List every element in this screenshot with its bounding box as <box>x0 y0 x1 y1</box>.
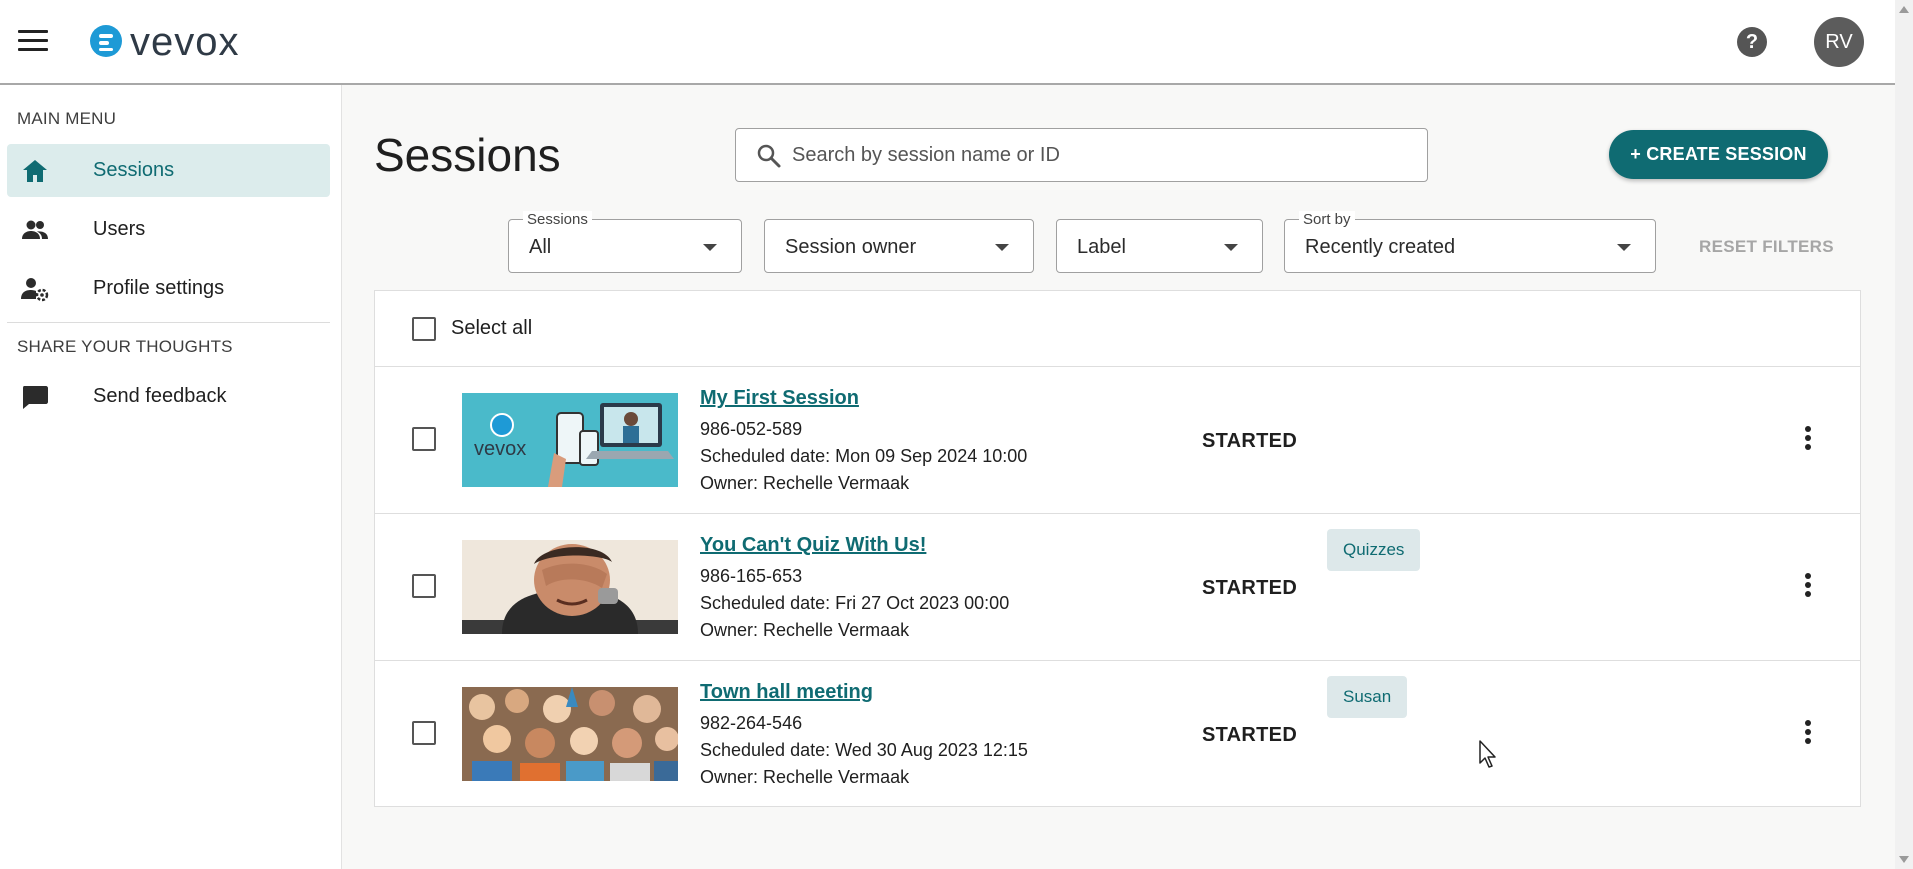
page-scrollbar[interactable] <box>1895 0 1913 869</box>
label-filter-select[interactable]: Label <box>1056 219 1263 273</box>
scroll-up-icon[interactable] <box>1899 6 1909 13</box>
session-label-chip[interactable]: Susan <box>1327 676 1408 718</box>
session-row: Town hall meeting 982-264-546 Scheduled … <box>375 661 1860 808</box>
session-owner-value: Session owner <box>785 236 917 258</box>
select-all-checkbox[interactable] <box>412 317 436 341</box>
chevron-down-icon <box>703 244 717 251</box>
main-menu-title: MAIN MENU <box>17 109 117 128</box>
session-id: 982-264-546 <box>700 713 803 733</box>
create-session-button[interactable]: + CREATE SESSION <box>1609 130 1828 179</box>
more-options-icon[interactable] <box>1798 570 1818 602</box>
sort-by-value: Recently created <box>1305 236 1456 258</box>
session-checkbox[interactable] <box>412 427 436 451</box>
svg-text:vevox: vevox <box>474 438 526 460</box>
logo-wordmark: vevox <box>130 20 240 64</box>
session-checkbox[interactable] <box>412 721 436 745</box>
user-avatar[interactable]: RV <box>1814 17 1864 67</box>
vevox-logo[interactable]: vevox <box>88 20 240 64</box>
scroll-down-icon[interactable] <box>1899 856 1909 863</box>
sort-by-select[interactable]: Sort by Recently created <box>1284 211 1656 273</box>
session-scheduled-date: Scheduled date: Fri 27 Oct 2023 00:00 <box>700 593 1010 613</box>
select-all-label: Select all <box>451 317 533 339</box>
chevron-down-icon <box>1617 244 1631 251</box>
sidebar-item-label: Users <box>93 218 146 240</box>
session-status: STARTED <box>1202 577 1298 599</box>
more-options-icon[interactable] <box>1798 717 1818 749</box>
session-title-link[interactable]: My First Session <box>700 387 859 410</box>
sidebar-item-label: Sessions <box>93 159 175 181</box>
hamburger-menu-icon[interactable] <box>18 30 48 54</box>
session-thumbnail[interactable] <box>462 687 678 781</box>
sidebar-divider <box>7 322 330 323</box>
search-box[interactable] <box>735 128 1428 182</box>
vevox-logo-icon <box>90 25 122 57</box>
session-scheduled-date: Scheduled date: Wed 30 Aug 2023 12:15 <box>700 740 1028 760</box>
label-filter-value: Label <box>1077 236 1126 258</box>
sessions-filter-select[interactable]: Sessions All <box>508 211 742 273</box>
session-label-chip[interactable]: Quizzes <box>1327 529 1421 571</box>
profile-settings-icon <box>21 278 49 302</box>
session-list: Select all vevox My First Session 986-05… <box>374 290 1861 807</box>
users-icon <box>22 220 48 239</box>
feedback-icon <box>23 386 48 409</box>
select-all-row: Select all <box>375 291 1860 367</box>
share-thoughts-title: SHARE YOUR THOUGHTS <box>17 337 233 356</box>
session-thumbnail[interactable] <box>462 540 678 634</box>
sidebar-item-label: Send feedback <box>93 385 227 407</box>
session-owner: Owner: Rechelle Vermaak <box>700 473 910 493</box>
session-row: You Can't Quiz With Us! 986-165-653 Sche… <box>375 514 1860 661</box>
session-owner-select[interactable]: Session owner <box>764 219 1034 273</box>
sidebar-item-send-feedback[interactable]: Send feedback <box>7 370 330 423</box>
chevron-down-icon <box>1224 244 1238 251</box>
more-options-icon[interactable] <box>1798 423 1818 455</box>
sidebar-item-label: Profile settings <box>93 277 225 299</box>
sidebar: MAIN MENU Sessions Users Profile setting… <box>0 85 342 869</box>
search-input[interactable] <box>792 139 1412 171</box>
session-owner: Owner: Rechelle Vermaak <box>700 620 910 640</box>
mouse-cursor-icon <box>1479 740 1496 768</box>
sort-by-legend: Sort by <box>1299 211 1355 228</box>
session-thumbnail[interactable]: vevox <box>462 393 678 487</box>
session-title-link[interactable]: You Can't Quiz With Us! <box>700 534 926 557</box>
session-id: 986-052-589 <box>700 419 803 439</box>
search-icon <box>757 144 781 168</box>
session-owner: Owner: Rechelle Vermaak <box>700 767 910 787</box>
sessions-filter-legend: Sessions <box>523 211 592 228</box>
session-title-link[interactable]: Town hall meeting <box>700 681 873 704</box>
sidebar-item-users[interactable]: Users <box>7 203 330 256</box>
reset-filters-button[interactable]: RESET FILTERS <box>1699 237 1834 257</box>
sidebar-item-sessions[interactable]: Sessions <box>7 144 330 197</box>
help-icon[interactable]: ? <box>1737 27 1767 57</box>
sidebar-item-profile-settings[interactable]: Profile settings <box>7 262 330 315</box>
sessions-filter-value: All <box>529 236 552 258</box>
session-checkbox[interactable] <box>412 574 436 598</box>
page-title: Sessions <box>374 129 561 181</box>
home-icon <box>23 160 47 182</box>
session-row: vevox My First Session 986-052-589 Sched… <box>375 367 1860 514</box>
session-id: 986-165-653 <box>700 566 803 586</box>
top-bar: vevox ? RV <box>0 0 1895 85</box>
session-status: STARTED <box>1202 724 1298 746</box>
session-status: STARTED <box>1202 430 1298 452</box>
chevron-down-icon <box>995 244 1009 251</box>
session-scheduled-date: Scheduled date: Mon 09 Sep 2024 10:00 <box>700 446 1028 466</box>
